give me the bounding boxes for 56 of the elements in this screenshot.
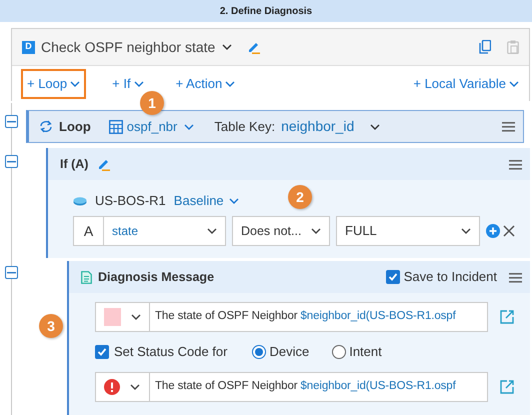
checkbox-label: Set Status Code for: [114, 343, 228, 362]
message-title: Diagnosis Message: [98, 268, 214, 286]
operator-dropdown[interactable]: Does not...: [232, 216, 330, 246]
collapse-icon[interactable]: [5, 155, 18, 168]
loop-icon: [39, 120, 53, 133]
radio-label: Intent: [349, 343, 382, 362]
toolbar-button[interactable]: + Action: [170, 68, 242, 98]
edit-icon[interactable]: [246, 40, 260, 54]
document-icon: [81, 270, 92, 284]
caret-icon[interactable]: [311, 228, 321, 234]
error-icon: [104, 379, 120, 395]
caret-icon[interactable]: [130, 384, 140, 390]
diagnosis-badge: D: [22, 40, 35, 54]
menu-icon[interactable]: [509, 272, 522, 282]
add-icon[interactable]: [486, 224, 500, 238]
toolbar-button[interactable]: + Local Variable: [407, 68, 525, 98]
loop-label: Loop: [59, 118, 91, 136]
checkbox[interactable]: [386, 270, 400, 284]
table-key-label: Table Key:: [214, 118, 276, 136]
caret-icon[interactable]: [207, 228, 217, 234]
table-key-dropdown[interactable]: neighbor_id: [281, 116, 380, 137]
caret-icon[interactable]: [461, 228, 471, 234]
toolbar-button[interactable]: + Loop: [21, 68, 86, 98]
condition-field[interactable]: A state: [73, 216, 226, 246]
checkbox[interactable]: [95, 345, 109, 359]
data-source-dropdown[interactable]: Baseline: [174, 191, 239, 211]
collapse-icon[interactable]: [5, 266, 18, 279]
condition-letter: A: [74, 217, 104, 245]
callout-badge: 1: [140, 91, 164, 115]
device-name: US-BOS-R1: [95, 192, 166, 210]
radio-button[interactable]: [332, 345, 346, 359]
collapse-icon[interactable]: [5, 115, 18, 128]
caret-icon[interactable]: [222, 44, 232, 50]
diagnosis-title-dropdown[interactable]: Check OSPF neighbor state: [41, 36, 232, 58]
if-title: If (A): [60, 156, 88, 173]
copy-icon[interactable]: [479, 40, 491, 54]
table-icon: [108, 120, 123, 134]
edit-icon[interactable]: [96, 157, 110, 171]
caret-icon[interactable]: [370, 124, 380, 130]
table-dropdown[interactable]: ospf_nbr: [108, 116, 194, 136]
message-field[interactable]: The state of OSPF Neighbor $neighbor_id(US-BOS-R1.ospf: [149, 372, 488, 402]
step-title: 2. Define Diagnosis: [220, 4, 312, 18]
radio-label: Device: [269, 343, 310, 362]
router-icon: [73, 196, 87, 206]
status-dropdown[interactable]: [95, 372, 149, 402]
external-link-icon[interactable]: [500, 310, 514, 324]
menu-icon[interactable]: [509, 158, 522, 170]
checkbox-label: Save to Incident: [404, 268, 497, 286]
caret-icon[interactable]: [131, 314, 141, 320]
menu-icon[interactable]: [502, 121, 515, 132]
message-field[interactable]: The state of OSPF Neighbor $neighbor_id(US-BOS-R1.ospf: [149, 302, 488, 332]
value-dropdown[interactable]: FULL: [336, 216, 480, 246]
radio-button[interactable]: [252, 345, 266, 359]
external-link-icon[interactable]: [500, 380, 514, 394]
close-icon[interactable]: [503, 225, 515, 237]
color-dropdown[interactable]: [95, 302, 149, 332]
